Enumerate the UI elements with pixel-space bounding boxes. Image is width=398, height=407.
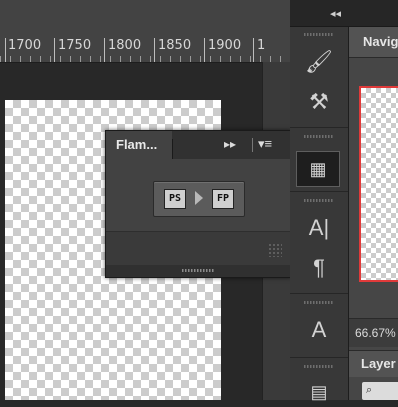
layers-title[interactable]: Layer [361, 356, 396, 371]
plugin-panel-button[interactable]: ▦ [296, 151, 340, 187]
arrow-right-icon [195, 191, 203, 205]
column-grip[interactable] [304, 301, 334, 304]
ruler-label: 1900 [208, 38, 242, 53]
fp-icon: FP [212, 189, 234, 209]
horizontal-ruler: 1700 1750 1800 1850 1900 1 [0, 0, 290, 63]
resize-grip-icon[interactable] [268, 243, 282, 257]
navigator-preview[interactable] [359, 86, 398, 282]
flame-panel-footer [106, 231, 290, 266]
paragraph-icon[interactable]: ¶ [300, 253, 338, 283]
navigator-zoom-value[interactable]: 66.67% [355, 326, 396, 340]
plugin-panel-icon: ▦ [309, 159, 327, 179]
ruler-label: 1850 [158, 38, 192, 53]
column-grip[interactable] [304, 365, 334, 368]
divider [290, 127, 348, 128]
panel-menu-icon[interactable]: ▾≡ [258, 136, 272, 152]
divider [290, 293, 348, 294]
header-divider [252, 138, 253, 152]
panel-icon-column: 🖌 ⚒ ▦ A| ¶ A ▤ [290, 27, 349, 402]
panel-drag-grip[interactable] [106, 265, 290, 277]
brush-presets-icon[interactable]: 🖌 [300, 47, 338, 77]
tool-presets-icon[interactable]: ⚒ [300, 87, 338, 117]
ruler-label: 1700 [8, 38, 42, 53]
column-grip[interactable] [304, 33, 334, 36]
character-styles-icon[interactable]: A [300, 315, 338, 345]
character-icon[interactable]: A| [300, 213, 338, 243]
ruler-label: 1 [257, 38, 266, 53]
ruler-label: 1750 [58, 38, 92, 53]
ps-to-fp-button[interactable]: PS FP [153, 181, 245, 217]
dock-top-bar [290, 0, 398, 27]
paragraph-styles-icon[interactable]: ▤ [300, 377, 338, 407]
tab-divider [172, 139, 173, 159]
flame-panel-tab[interactable]: Flam... [106, 131, 172, 159]
grip-dots-icon [182, 269, 214, 272]
column-grip[interactable] [304, 199, 334, 202]
ruler-label: 1800 [108, 38, 142, 53]
ps-icon: PS [164, 189, 186, 209]
column-grip[interactable] [304, 135, 334, 138]
divider [290, 357, 348, 358]
divider [290, 191, 348, 192]
layers-filter-field[interactable]: ⌕ [362, 382, 398, 400]
collapse-panel-icon[interactable]: ▸▸ [224, 137, 236, 151]
collapse-dock-icon[interactable]: ◂◂ [330, 7, 341, 20]
ruler-minor-ticks [0, 56, 290, 62]
flame-panel: Flam... ▸▸ ▾≡ PS FP [105, 130, 291, 278]
search-icon: ⌕ [366, 384, 373, 396]
navigator-title[interactable]: Navig [363, 34, 398, 49]
